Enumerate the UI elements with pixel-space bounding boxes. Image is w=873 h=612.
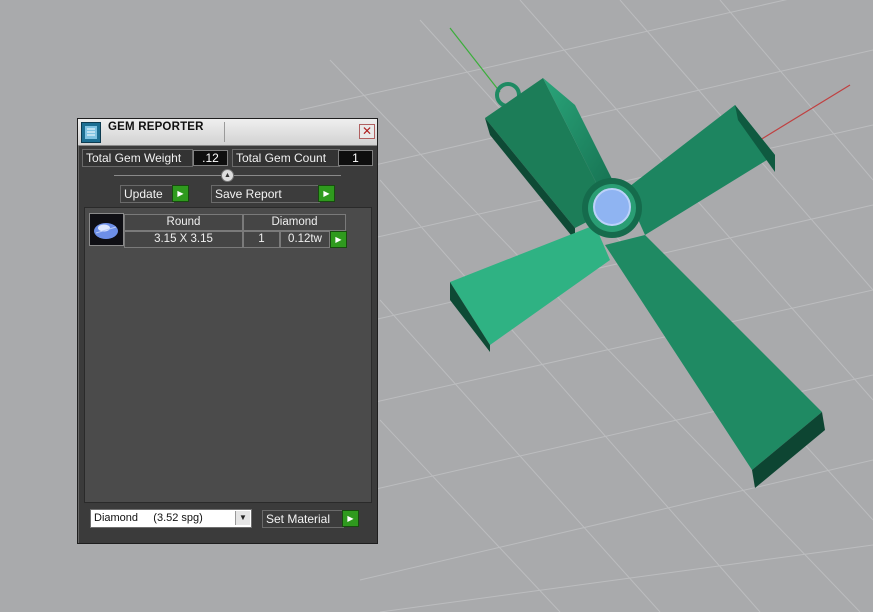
panel-title: GEM REPORTER (108, 121, 204, 133)
gem-row-go-icon[interactable]: ▶ (330, 231, 347, 248)
save-report-button[interactable]: Save Report (211, 185, 320, 203)
grid-lines (299, 0, 873, 612)
gem-count: 1 (243, 231, 280, 248)
total-gem-count-label: Total Gem Count (232, 149, 340, 167)
y-axis-line (449, 27, 501, 93)
panel-titlebar[interactable]: GEM REPORTER ✕ (78, 119, 377, 146)
x-axis-line (759, 84, 851, 141)
update-button[interactable]: Update (120, 185, 174, 203)
set-material-go-icon[interactable]: ▶ (342, 510, 359, 527)
title-divider (224, 122, 225, 142)
gem-reporter-panel: GEM REPORTER ✕ Total Gem Weight .12 Tota… (77, 118, 378, 544)
gem-reporter-icon (81, 122, 101, 143)
set-material-button[interactable]: Set Material (262, 510, 344, 528)
total-gem-count-value: 1 (338, 150, 373, 166)
save-report-go-icon[interactable]: ▶ (318, 185, 335, 202)
round-diamond-icon (89, 213, 124, 246)
material-select-value: Diamond (3.52 spg) (94, 512, 203, 524)
gem-list[interactable]: Round Diamond 3.15 X 3.15 1 0.12tw ▶ (84, 207, 372, 503)
total-gem-weight-value: .12 (193, 150, 228, 166)
gem-material: Diamond (243, 214, 346, 231)
close-icon[interactable]: ✕ (359, 124, 375, 139)
gem-size: 3.15 X 3.15 (124, 231, 243, 248)
update-go-icon[interactable]: ▶ (172, 185, 189, 202)
gem-shape: Round (124, 214, 243, 231)
chevron-down-icon[interactable]: ▼ (235, 511, 250, 525)
cross-pendant[interactable] (450, 78, 825, 488)
total-gem-weight-label: Total Gem Weight (82, 149, 193, 167)
material-select[interactable]: Diamond (3.52 spg) ▼ (90, 509, 252, 528)
gem-weight: 0.12tw (280, 231, 330, 248)
collapse-toggle-icon[interactable]: ▲ (221, 169, 234, 182)
